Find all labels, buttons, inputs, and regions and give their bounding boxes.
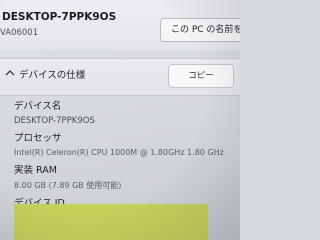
device-specs-header[interactable]: デバイスの仕様 コピー [0, 58, 240, 96]
system-about-page: DESKTOP-7PPK9OS VA06001 この PC の名前を変更 デバイ… [0, 0, 240, 240]
installed-ram-value: 8.00 GB (7.89 GB 使用可能) [14, 181, 122, 190]
device-name-label: デバイス名 [14, 101, 62, 112]
rename-pc-button[interactable]: この PC の名前を変更 [160, 18, 240, 42]
device-header: DESKTOP-7PPK9OS VA06001 この PC の名前を変更 [0, 0, 240, 50]
installed-ram-label: 実装 RAM [14, 165, 57, 176]
device-name-value: DESKTOP-7PPK9OS [14, 116, 95, 126]
processor-label: プロセッサ [14, 133, 62, 144]
copy-button[interactable]: コピー [168, 64, 234, 88]
device-model-text: VA06001 [0, 28, 39, 38]
device-id-redaction [14, 204, 208, 240]
device-name-heading: DESKTOP-7PPK9OS [2, 11, 117, 23]
device-specs-title: デバイスの仕様 [19, 70, 86, 81]
processor-value: Intel(R) Celeron(R) CPU 1000M @ 1.80GHz … [14, 148, 224, 157]
chevron-up-icon [5, 70, 15, 76]
